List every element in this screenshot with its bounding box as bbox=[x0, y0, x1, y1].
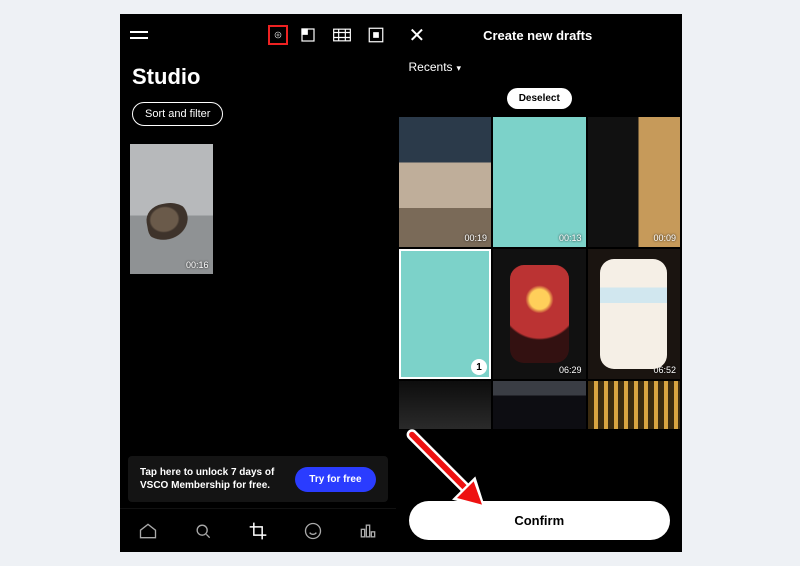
plus-circle-icon[interactable] bbox=[268, 25, 288, 45]
studio-bottombar bbox=[120, 508, 396, 552]
selection-badge: 1 bbox=[471, 359, 487, 375]
deselect-button[interactable]: Deselect bbox=[507, 88, 572, 109]
smiley-icon[interactable] bbox=[303, 521, 323, 541]
gallery-item[interactable] bbox=[588, 381, 680, 429]
duration-label: 00:19 bbox=[464, 233, 487, 243]
sort-filter-button[interactable]: Sort and filter bbox=[132, 102, 223, 126]
crop-icon[interactable] bbox=[248, 521, 268, 541]
gallery-item[interactable]: 00:19 bbox=[399, 117, 491, 247]
studio-top-actions bbox=[272, 25, 386, 45]
drafts-title: Create new drafts bbox=[425, 28, 670, 43]
media-gallery: 00:19 00:13 00:09 1 06:29 06:52 bbox=[397, 117, 682, 487]
studio-item[interactable]: 00:16 bbox=[130, 144, 213, 274]
gallery-item[interactable] bbox=[493, 381, 586, 429]
page-title: Studio bbox=[120, 56, 396, 96]
drafts-topbar: ✕ Create new drafts bbox=[397, 14, 682, 56]
close-icon[interactable]: ✕ bbox=[409, 23, 426, 48]
promo-text: Tap here to unlock 7 days of VSCO Member… bbox=[140, 466, 285, 492]
stats-icon[interactable] bbox=[358, 521, 378, 541]
aspect-icon[interactable] bbox=[298, 25, 318, 45]
studio-screen: Studio Sort and filter 00:16 Tap here to… bbox=[120, 14, 397, 552]
gallery-item[interactable]: 06:29 bbox=[493, 249, 586, 379]
duration-label: 00:16 bbox=[186, 260, 209, 270]
confirm-button[interactable]: Confirm bbox=[409, 501, 670, 540]
membership-promo[interactable]: Tap here to unlock 7 days of VSCO Member… bbox=[128, 456, 388, 502]
duration-label: 06:52 bbox=[653, 365, 676, 375]
filmstrip-icon[interactable] bbox=[332, 25, 352, 45]
studio-grid: 00:16 bbox=[120, 132, 396, 450]
home-icon[interactable] bbox=[138, 521, 158, 541]
chevron-down-icon: ▾ bbox=[457, 63, 462, 74]
gallery-item[interactable]: 06:52 bbox=[588, 249, 680, 379]
album-picker[interactable]: Recents ▾ bbox=[397, 56, 682, 84]
duration-label: 00:09 bbox=[653, 233, 676, 243]
gallery-item[interactable]: 00:09 bbox=[588, 117, 680, 247]
duration-label: 00:13 bbox=[559, 233, 582, 243]
gallery-item[interactable] bbox=[399, 381, 491, 429]
viewfinder-icon[interactable] bbox=[366, 25, 386, 45]
thumbnail-image bbox=[143, 199, 194, 245]
studio-topbar bbox=[120, 14, 396, 56]
deselect-row: Deselect bbox=[397, 84, 682, 117]
try-for-free-button[interactable]: Try for free bbox=[295, 467, 375, 492]
search-icon[interactable] bbox=[193, 521, 213, 541]
gallery-item-selected[interactable]: 1 bbox=[399, 249, 491, 379]
create-drafts-screen: ✕ Create new drafts Recents ▾ Deselect 0… bbox=[397, 14, 682, 552]
confirm-bar: Confirm bbox=[397, 487, 682, 552]
gallery-item[interactable]: 00:13 bbox=[493, 117, 586, 247]
duration-label: 06:29 bbox=[559, 365, 582, 375]
album-label: Recents bbox=[409, 60, 453, 74]
menu-icon[interactable] bbox=[130, 29, 148, 41]
